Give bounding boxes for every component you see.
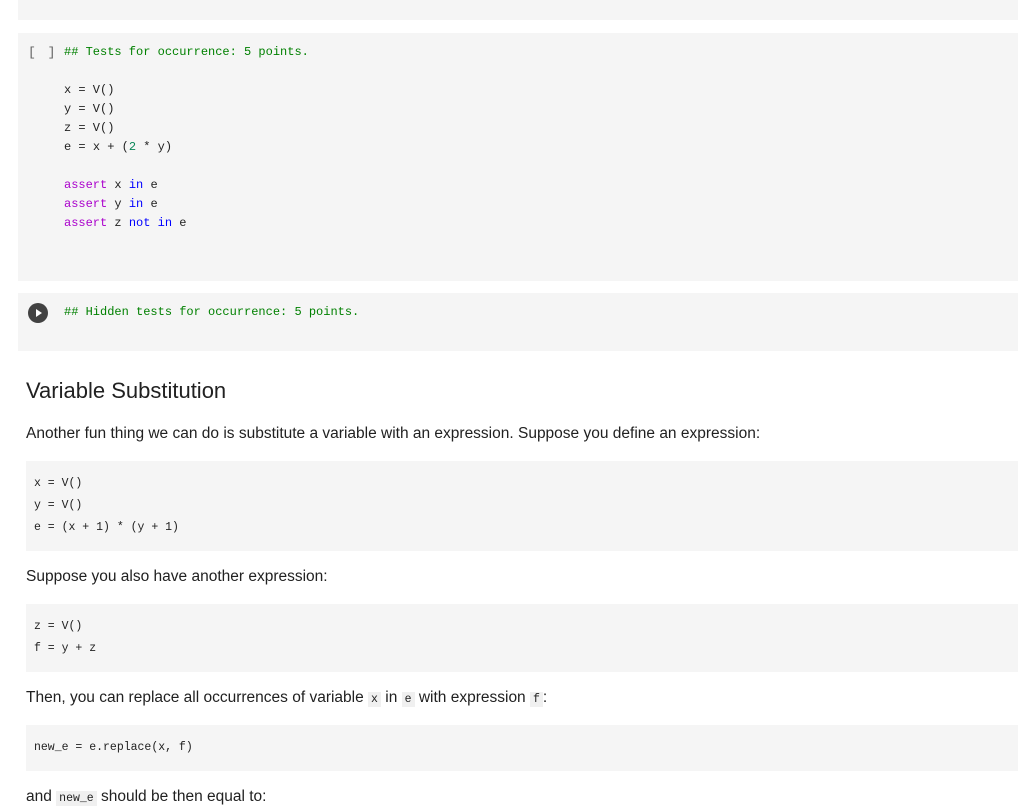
code-block: x = V() y = V() e = (x + 1) * (y + 1) — [26, 461, 1018, 551]
code-line: y = V() — [64, 102, 115, 116]
paragraph: Suppose you also have another expression… — [26, 568, 328, 585]
code-line: x = V() — [34, 477, 83, 490]
code-comment: ## Tests for occurrence: 5 points. — [64, 45, 309, 59]
assert-line: assert x in e — [64, 178, 158, 192]
inline-code: f — [530, 692, 543, 707]
assert-line: assert z not in e — [64, 216, 187, 230]
code-block: new_e = e.replace(x, f) — [26, 725, 1018, 771]
hidden-tests-code-cell[interactable]: ## Hidden tests for occurrence: 5 points… — [18, 293, 1018, 351]
run-cell-button[interactable] — [28, 303, 48, 323]
code-line: e = x + (2 * y) — [64, 140, 173, 154]
inline-code: e — [401, 692, 415, 707]
execution-count-slot[interactable]: [ ] — [28, 45, 57, 60]
inline-code: x — [368, 692, 381, 707]
code-line: f = y + z — [34, 642, 97, 655]
assert-line: assert y in e — [64, 197, 158, 211]
paragraph: and new_e should be then equal to: — [26, 788, 267, 806]
code-line: y = V() — [34, 499, 83, 512]
code-line: x = V() — [64, 83, 115, 97]
paragraph: Then, you can replace all occurrences of… — [26, 689, 548, 707]
paragraph: Another fun thing we can do is substitut… — [26, 425, 761, 442]
code-comment[interactable]: ## Hidden tests for occurrence: 5 points… — [64, 303, 359, 322]
inline-code: new_e — [56, 791, 97, 806]
code-block: z = V() f = y + z — [26, 604, 1018, 672]
code-line: z = V() — [34, 620, 83, 633]
code-line: z = V() — [64, 121, 115, 135]
code-editor[interactable]: ## Tests for occurrence: 5 points. x = V… — [64, 43, 309, 233]
code-line: new_e = e.replace(x, f) — [34, 741, 193, 754]
section-heading: Variable Substitution — [26, 378, 227, 403]
tests-code-cell[interactable]: [ ] ## Tests for occurrence: 5 points. x… — [18, 33, 1018, 281]
previous-code-cell[interactable] — [18, 0, 1018, 20]
code-line: e = (x + 1) * (y + 1) — [34, 521, 179, 534]
